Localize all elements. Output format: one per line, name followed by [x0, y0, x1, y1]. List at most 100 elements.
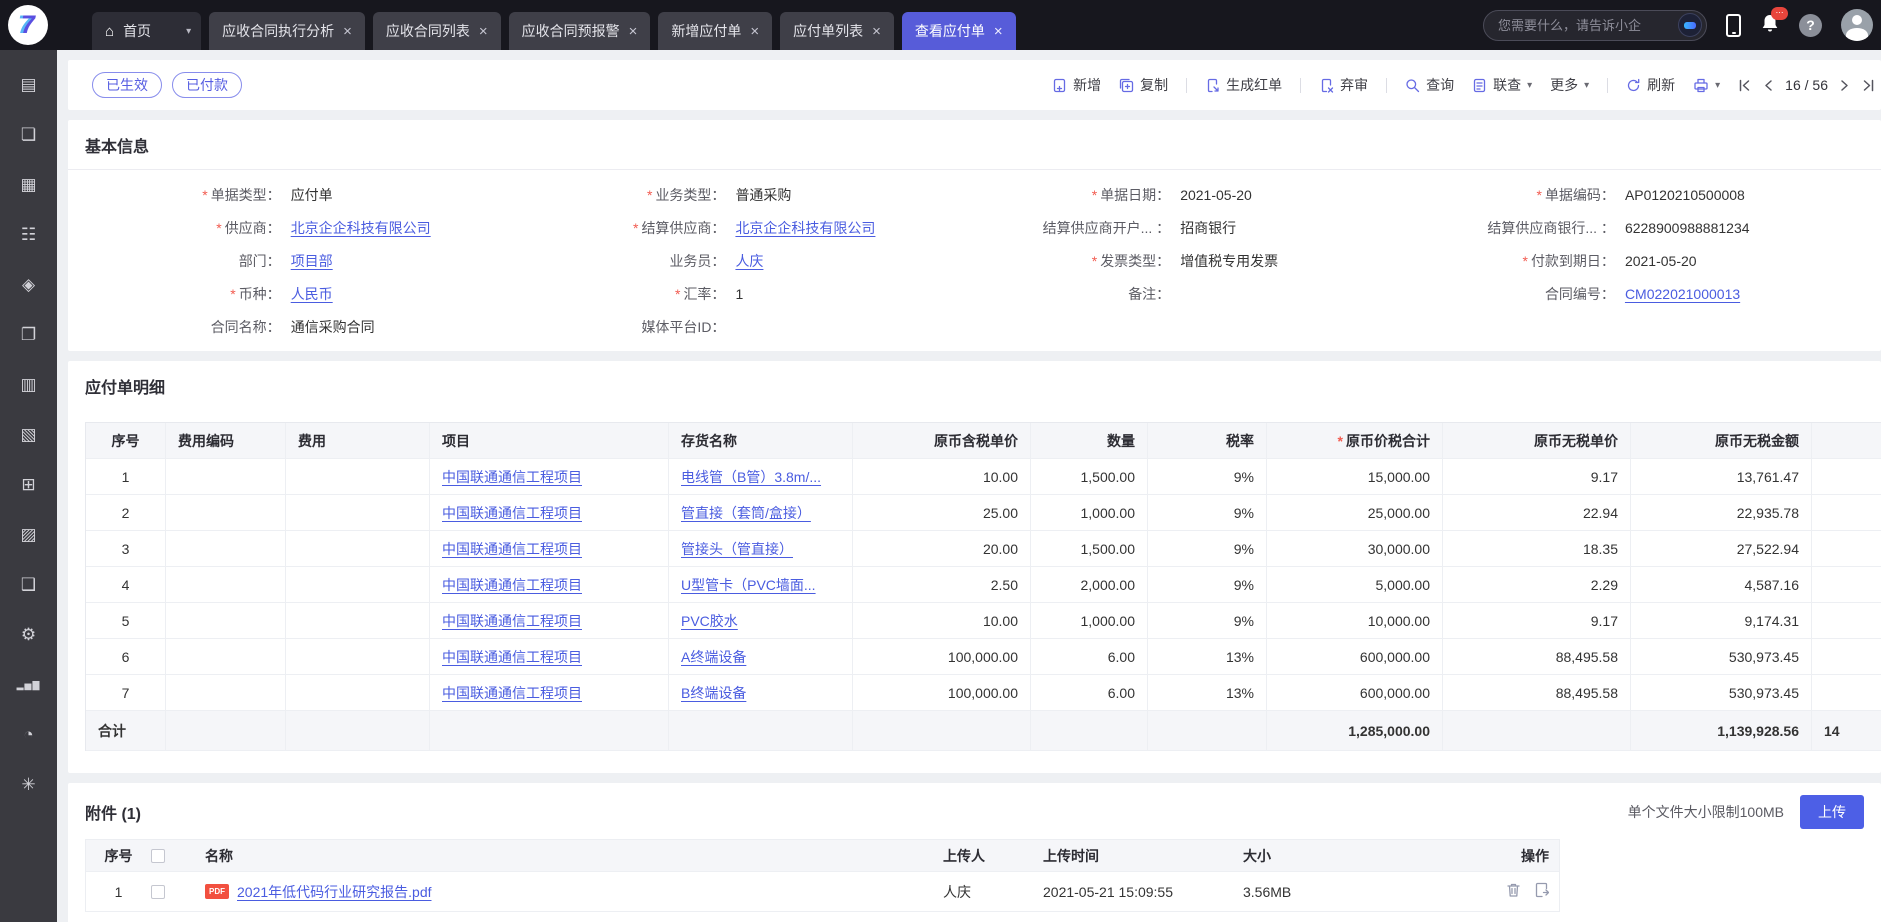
- settle-supplier-link[interactable]: 北京企企科技有限公司: [735, 218, 875, 238]
- item-link[interactable]: B终端设备: [681, 683, 746, 703]
- upload-button[interactable]: 上传: [1800, 795, 1864, 829]
- last-page-icon[interactable]: [1862, 79, 1875, 92]
- project-link[interactable]: 中国联通通信工程项目: [442, 467, 582, 487]
- misc-asterisk-icon[interactable]: ✳: [0, 760, 57, 810]
- close-icon[interactable]: ×: [629, 24, 638, 39]
- ledger-icon[interactable]: ▦: [0, 160, 57, 210]
- page-indicator: 16 / 56: [1785, 77, 1828, 93]
- divider: [1186, 78, 1187, 93]
- copy-docs-icon[interactable]: ❐: [0, 310, 57, 360]
- required-asterisk: *: [1536, 187, 1541, 203]
- row-checkbox[interactable]: [151, 885, 165, 899]
- assistant-search[interactable]: [1483, 10, 1707, 41]
- item-link[interactable]: 电线管（B管）3.8m/...: [681, 467, 821, 487]
- printer-icon: [1693, 78, 1709, 93]
- col-seq: 序号: [86, 423, 166, 458]
- notifications-button[interactable]: ⋯: [1760, 13, 1780, 38]
- project-link[interactable]: 中国联通通信工程项目: [442, 611, 582, 631]
- query-button[interactable]: 查询: [1405, 75, 1454, 95]
- supplier-link[interactable]: 北京企企科技有限公司: [291, 218, 431, 238]
- top-bar: 7 ⌂ 首页 ▾ 应收合同执行分析×应收合同列表×应收合同预报警×新增应付单×应…: [0, 0, 1881, 50]
- contract-code-link[interactable]: CM022021000013: [1625, 286, 1740, 302]
- field-due-date: *付款到期日：2021-05-20: [1419, 244, 1864, 277]
- unaudit-button[interactable]: 弃审: [1319, 75, 1368, 95]
- user-avatar[interactable]: [1841, 9, 1873, 41]
- cell-project: 中国联通通信工程项目: [430, 603, 669, 638]
- cell-expense-code: [166, 639, 286, 674]
- tab-label: 应收合同预报警: [522, 21, 620, 41]
- attachment-uploader: 人庆: [931, 882, 1031, 902]
- money-doc-icon[interactable]: ▨: [0, 510, 57, 560]
- settings-gear-icon[interactable]: ⚙: [0, 610, 57, 660]
- cell-net-amount: 530,973.45: [1631, 639, 1812, 674]
- project-link[interactable]: 中国联通通信工程项目: [442, 539, 582, 559]
- next-page-icon[interactable]: [1840, 79, 1850, 92]
- project-link[interactable]: 中国联通通信工程项目: [442, 647, 582, 667]
- copy-button[interactable]: 复制: [1119, 75, 1168, 95]
- add-button[interactable]: 新增: [1052, 75, 1101, 95]
- currency-link[interactable]: 人民币: [291, 284, 333, 304]
- tab-item[interactable]: 应收合同预报警 ×: [509, 12, 651, 50]
- abacus-icon[interactable]: ▥: [0, 360, 57, 410]
- robot-assistant-icon[interactable]: [1678, 13, 1702, 37]
- first-page-icon[interactable]: [1738, 79, 1751, 92]
- field-invoice-type: *发票类型：增值税专用发票: [975, 244, 1420, 277]
- clipboard-icon[interactable]: ❑: [0, 560, 57, 610]
- project-link[interactable]: 中国联通通信工程项目: [442, 683, 582, 703]
- app-logo: 7: [8, 5, 48, 45]
- department-link[interactable]: 项目部: [291, 251, 333, 271]
- tab-item[interactable]: 应付单列表×: [780, 12, 894, 50]
- tab-label: 应收合同列表: [386, 21, 470, 41]
- delete-attachment-button[interactable]: [1506, 882, 1521, 901]
- tab-home[interactable]: ⌂ 首页 ▾: [92, 12, 201, 50]
- item-link[interactable]: 管接头（管直接）: [681, 539, 793, 559]
- package-icon[interactable]: ▧: [0, 410, 57, 460]
- close-icon[interactable]: ×: [479, 24, 488, 39]
- history-clock-icon[interactable]: ◔: [0, 710, 57, 760]
- cell-net-amount: 4,587.16: [1631, 567, 1812, 602]
- close-icon[interactable]: ×: [994, 24, 1003, 39]
- preview-attachment-button[interactable]: [1535, 882, 1549, 901]
- cell-extra: [1812, 531, 1881, 566]
- linked-query-button[interactable]: 联查 ▾: [1472, 75, 1532, 95]
- close-icon[interactable]: ×: [872, 24, 881, 39]
- item-link[interactable]: 管直接（套筒/盒接）: [681, 503, 811, 523]
- select-all-checkbox[interactable]: [151, 849, 165, 863]
- nav-board-icon[interactable]: ▤: [0, 60, 57, 110]
- cell-item: B终端设备: [669, 675, 853, 710]
- cell-seq: 2: [86, 495, 166, 530]
- item-link[interactable]: PVC胶水: [681, 611, 738, 631]
- cell-expense: [286, 567, 430, 602]
- chevron-down-icon[interactable]: ▾: [186, 26, 191, 37]
- refresh-button[interactable]: 刷新: [1626, 75, 1675, 95]
- more-button[interactable]: 更多 ▾: [1550, 75, 1589, 95]
- document-icon[interactable]: ❏: [0, 110, 57, 160]
- project-link[interactable]: 中国联通通信工程项目: [442, 503, 582, 523]
- search-input[interactable]: [1498, 18, 1678, 33]
- shield-funds-icon[interactable]: ◈: [0, 260, 57, 310]
- print-button[interactable]: ▾: [1693, 78, 1720, 93]
- attachments-card: 附件 (1) 单个文件大小限制100MB 上传 序号 名称 上传人 上传时间 大…: [68, 783, 1881, 922]
- cell-price: 100,000.00: [853, 675, 1031, 710]
- project-link[interactable]: 中国联通通信工程项目: [442, 575, 582, 595]
- tab-item[interactable]: 新增应付单×: [658, 12, 772, 50]
- cell-expense: [286, 603, 430, 638]
- tab-item[interactable]: 应收合同列表 ×: [373, 12, 501, 50]
- grid-apps-icon[interactable]: ⊞: [0, 460, 57, 510]
- item-link[interactable]: U型管卡（PVC墙面...: [681, 575, 816, 595]
- item-link[interactable]: A终端设备: [681, 647, 746, 667]
- bar-chart-icon[interactable]: ▂▅▇: [0, 660, 57, 710]
- tab-item[interactable]: 应收合同执行分析×: [209, 12, 365, 50]
- cell-extra: [1812, 459, 1881, 494]
- attachment-file-link[interactable]: 2021年低代码行业研究报告.pdf: [237, 882, 432, 902]
- prev-page-icon[interactable]: [1763, 79, 1773, 92]
- layers-icon[interactable]: ☷: [0, 210, 57, 260]
- close-icon[interactable]: ×: [750, 24, 759, 39]
- mobile-app-icon[interactable]: [1726, 14, 1741, 37]
- tab-active[interactable]: 查看应付单×: [902, 12, 1016, 50]
- generate-red-order-button[interactable]: 生成红单: [1205, 75, 1282, 95]
- detail-table-body: 1中国联通通信工程项目电线管（B管）3.8m/...10.001,500.009…: [86, 459, 1881, 711]
- close-icon[interactable]: ×: [343, 24, 352, 39]
- help-button[interactable]: ?: [1799, 14, 1822, 37]
- salesperson-link[interactable]: 人庆: [735, 251, 763, 271]
